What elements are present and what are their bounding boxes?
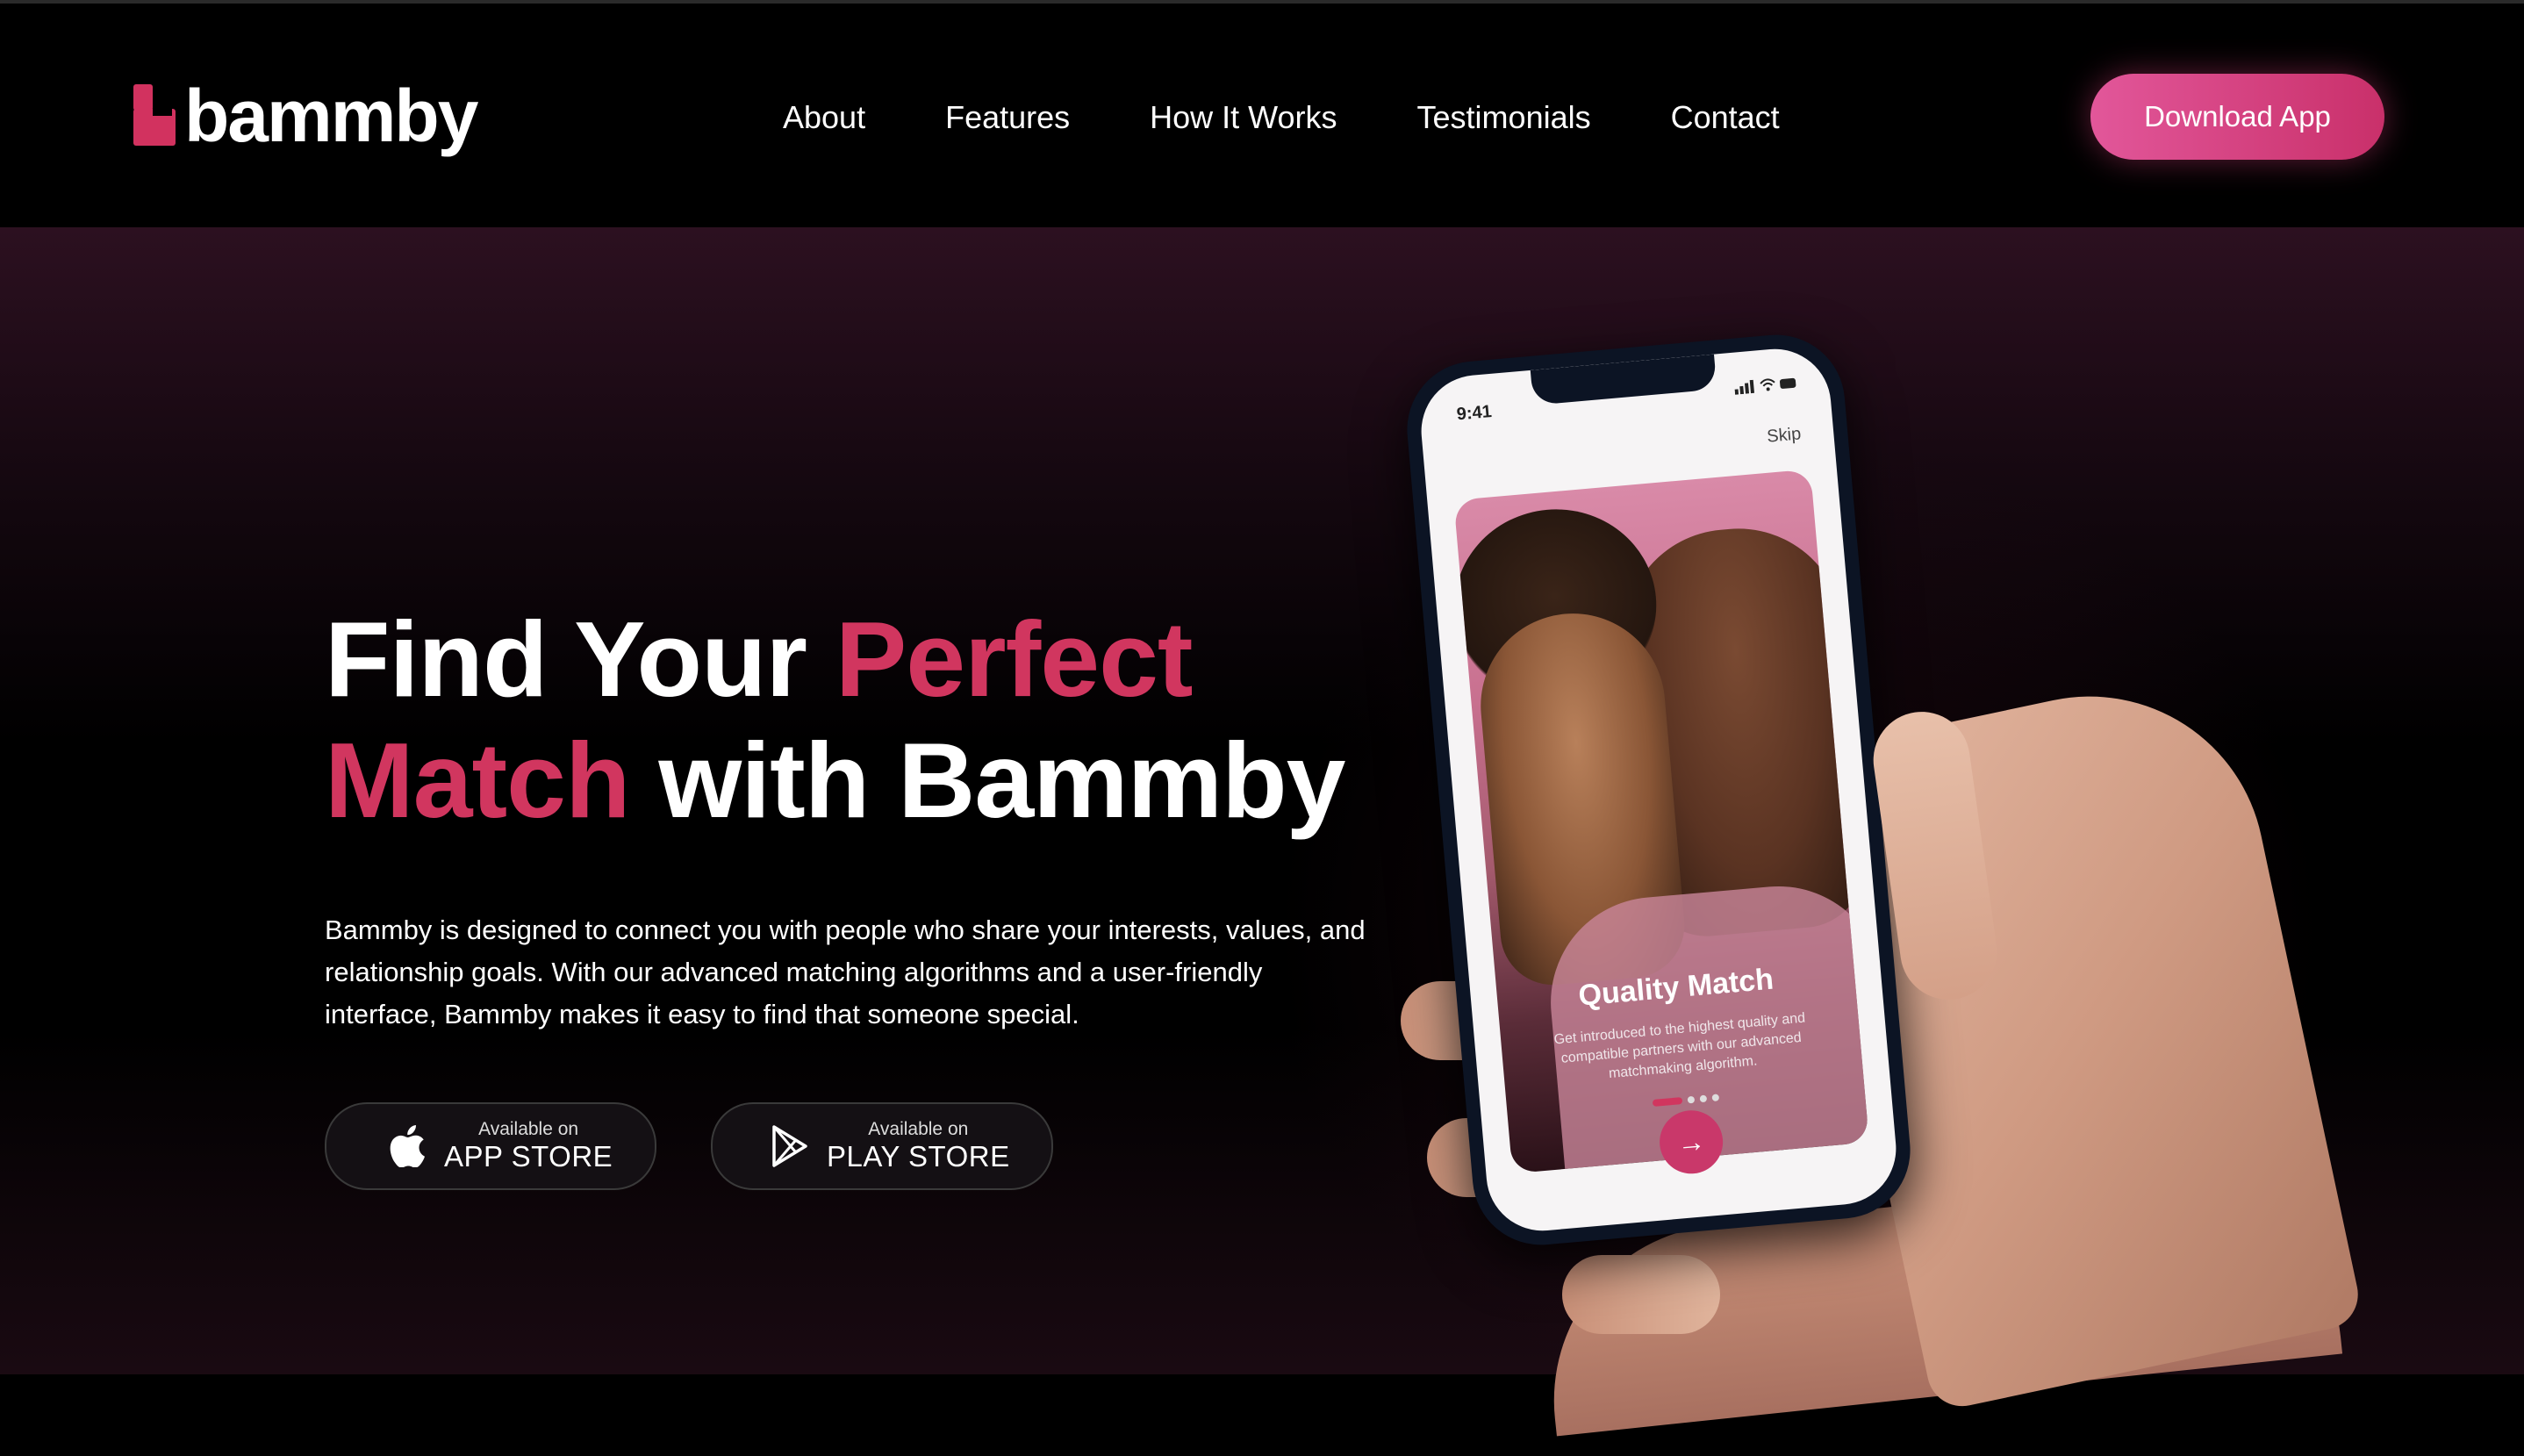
play-store-small-label: Available on xyxy=(868,1119,969,1139)
logo-mark-icon xyxy=(133,84,176,147)
signal-wifi-battery-icon xyxy=(1734,373,1799,400)
hero-headline: Find Your Perfect Match with Bammby xyxy=(325,599,1466,841)
nav-item-contact[interactable]: Contact xyxy=(1671,97,1780,139)
nav-item-testimonials[interactable]: Testimonials xyxy=(1417,97,1591,139)
phone-mockup: 9:41 Skip Quality Match Get introduced t… xyxy=(1401,329,1917,1251)
phone-time: 9:41 xyxy=(1455,401,1493,425)
site-header: bammby About Features How It Works Testi… xyxy=(0,4,2524,227)
hero-description: Bammby is designed to connect you with p… xyxy=(325,914,1366,1029)
app-store-label: APP STORE xyxy=(444,1140,613,1173)
nav-item-about[interactable]: About xyxy=(783,97,865,139)
nav-item-how-it-works[interactable]: How It Works xyxy=(1150,97,1337,139)
finger-image xyxy=(1562,1255,1720,1334)
apple-icon xyxy=(386,1124,428,1168)
play-store-button[interactable]: Available on PLAY STORE xyxy=(711,1102,1053,1190)
skip-link[interactable]: Skip xyxy=(1766,424,1802,447)
play-store-icon xyxy=(769,1124,811,1168)
headline-text: Find Your xyxy=(325,599,807,719)
brand-name: bammby xyxy=(184,75,478,157)
main-nav: About Features How It Works Testimonials… xyxy=(783,97,1780,139)
nav-item-features[interactable]: Features xyxy=(945,97,1070,139)
brand-logo[interactable]: bammby xyxy=(133,75,478,157)
phone-screen: 9:41 Skip Quality Match Get introduced t… xyxy=(1416,344,1901,1236)
download-app-button[interactable]: Download App xyxy=(2090,74,2384,160)
play-store-label: PLAY STORE xyxy=(827,1140,1010,1173)
headline-text: with Bammby xyxy=(658,721,1345,840)
headline-highlight: Perfect xyxy=(835,599,1194,719)
app-store-button[interactable]: Available on APP STORE xyxy=(325,1102,656,1190)
headline-highlight: Match xyxy=(325,721,630,840)
arrow-right-icon: → xyxy=(1675,1124,1707,1159)
app-store-small-label: Available on xyxy=(478,1119,579,1139)
onboarding-card: Quality Match Get introduced to the high… xyxy=(1453,469,1869,1174)
